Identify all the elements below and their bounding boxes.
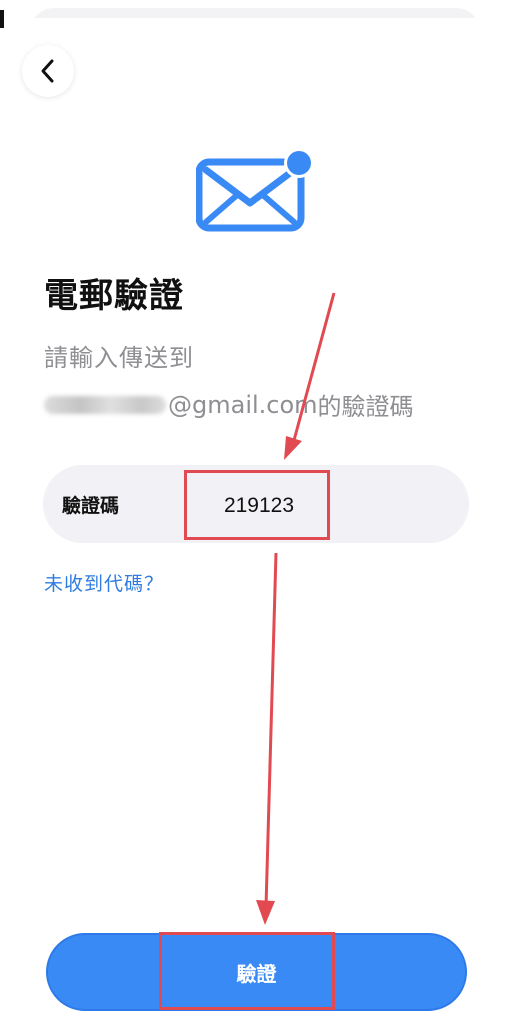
- code-field-label: 驗證碼: [62, 495, 120, 517]
- highlight-box-button: [159, 932, 335, 1010]
- highlight-box-code: [184, 470, 330, 540]
- email-destination: @gmail.com 的驗證碼: [44, 387, 414, 422]
- status-bar-fragment: [0, 10, 4, 28]
- resend-code-link[interactable]: 未收到代碼？: [44, 569, 164, 596]
- email-verification-screen: 電郵驗證 請輸入傳送到 @gmail.com 的驗證碼 驗證碼 219123 未…: [0, 0, 512, 1025]
- mail-notification-icon: [196, 148, 314, 232]
- instruction-tail: 的驗證碼: [317, 393, 414, 421]
- redacted-email-user: [44, 395, 166, 414]
- page-title: 電郵驗證: [44, 276, 184, 316]
- email-domain: @gmail.com: [168, 390, 318, 419]
- back-button[interactable]: [22, 45, 74, 97]
- instruction-text: 請輸入傳送到: [44, 344, 194, 372]
- chevron-left-icon: [41, 59, 54, 83]
